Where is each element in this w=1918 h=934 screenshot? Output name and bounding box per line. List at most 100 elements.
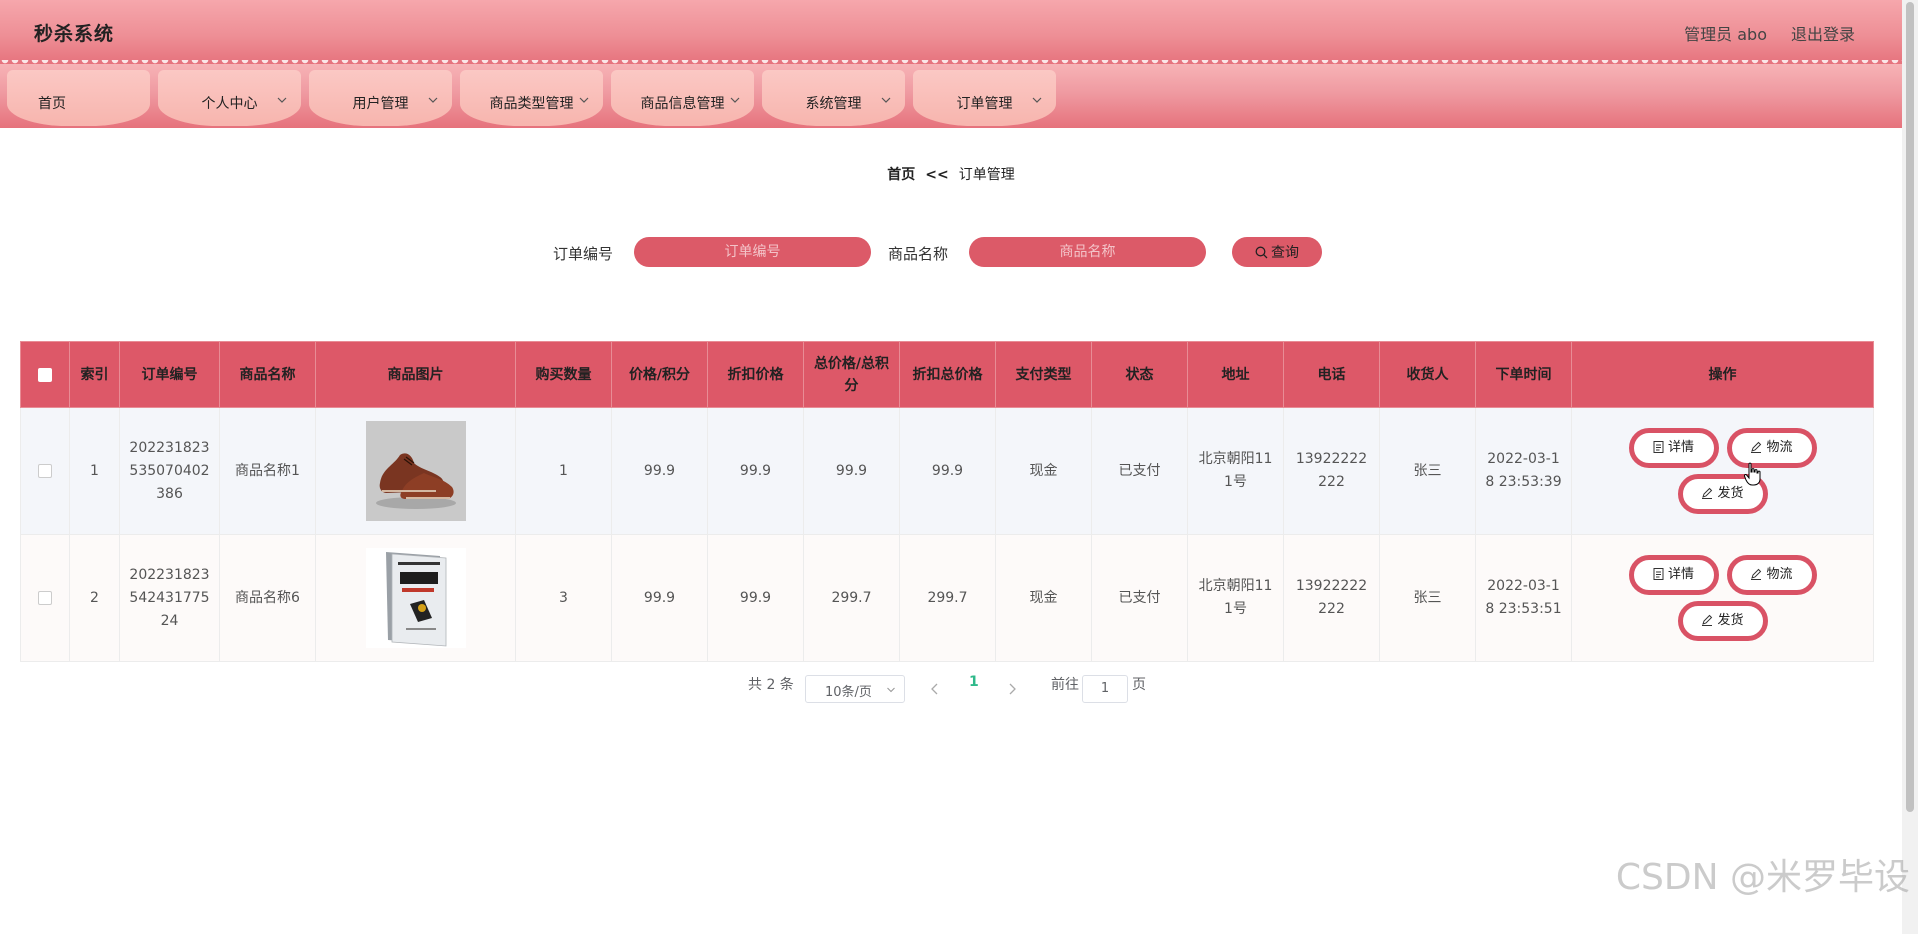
cell-discount-total: 299.7 bbox=[899, 534, 996, 662]
column-header: 电话 bbox=[1283, 341, 1380, 408]
select-all-checkbox[interactable] bbox=[38, 367, 52, 382]
goto-label: 前往 bbox=[1051, 677, 1079, 693]
document-icon bbox=[1653, 568, 1664, 580]
watermark: CSDN @米罗毕设 bbox=[1615, 857, 1910, 898]
cell-total: 299.7 bbox=[803, 534, 900, 662]
column-header: 支付类型 bbox=[995, 341, 1092, 408]
query-button[interactable]: 查询 bbox=[1232, 237, 1322, 267]
product-image-book[interactable] bbox=[365, 548, 466, 648]
vertical-scrollbar[interactable] bbox=[1902, 0, 1918, 934]
nav-item-product-info-management[interactable]: 商品信息管理 bbox=[611, 70, 754, 126]
logistics-button[interactable]: 物流 bbox=[1726, 555, 1817, 595]
breadcrumb: 首页 << 订单管理 bbox=[0, 164, 1902, 184]
logout-link[interactable]: 退出登录 bbox=[1791, 21, 1855, 45]
breadcrumb-separator: << bbox=[925, 167, 949, 183]
top-header: 秒杀系统 管理员 abo 退出登录 bbox=[0, 0, 1902, 70]
scrollbar-thumb[interactable] bbox=[1906, 2, 1914, 812]
nav-item-home[interactable]: 首页 bbox=[7, 70, 150, 126]
column-header: 地址 bbox=[1187, 341, 1284, 408]
column-header: 状态 bbox=[1091, 341, 1188, 408]
breadcrumb-home[interactable]: 首页 bbox=[887, 167, 915, 183]
nav-item-product-type-management[interactable]: 商品类型管理 bbox=[460, 70, 603, 126]
chevron-down-icon bbox=[277, 97, 287, 103]
cell-receiver: 张三 bbox=[1379, 534, 1476, 662]
nav-item-order-management[interactable]: 订单管理 bbox=[913, 70, 1056, 126]
edit-icon bbox=[1702, 614, 1713, 626]
column-header: 商品名称 bbox=[219, 341, 316, 408]
edit-icon bbox=[1751, 441, 1762, 453]
column-header: 订单编号 bbox=[119, 341, 220, 408]
detail-button-label: 详情 bbox=[1667, 567, 1694, 582]
cell-address: 北京朝阳111号 bbox=[1187, 534, 1284, 662]
hand-cursor-icon bbox=[1744, 462, 1761, 486]
product-name-label: 商品名称 bbox=[888, 245, 949, 263]
page-size-select[interactable]: 10条/页 bbox=[805, 675, 905, 703]
column-header: 操作 bbox=[1571, 341, 1874, 408]
pager-total: 共 2 条 bbox=[748, 677, 794, 693]
select-all-cell bbox=[20, 341, 70, 408]
table-row: 2 202231823542431775 24 商品名称6 3 99.9 99.… bbox=[20, 534, 1874, 662]
cell-phone: 13922222222 bbox=[1283, 534, 1380, 662]
logistics-button-label: 物流 bbox=[1766, 440, 1793, 455]
nav-item-system-management[interactable]: 系统管理 bbox=[762, 70, 905, 126]
chevron-down-icon bbox=[579, 97, 589, 103]
chevron-down-icon bbox=[730, 97, 740, 103]
column-header: 价格/积分 bbox=[611, 341, 708, 408]
row-select-cell bbox=[20, 407, 70, 535]
app-title: 秒杀系统 bbox=[34, 23, 115, 45]
detail-button[interactable]: 详情 bbox=[1628, 555, 1719, 595]
cell-status: 已支付 bbox=[1091, 407, 1188, 535]
cell-pay-type: 现金 bbox=[995, 407, 1092, 535]
cell-phone: 13922222222 bbox=[1283, 407, 1380, 535]
chevron-down-icon bbox=[881, 97, 891, 103]
cell-time: 2022-03-18 23:53:39 bbox=[1475, 407, 1572, 535]
row-checkbox[interactable] bbox=[38, 463, 52, 478]
cell-order-no: 202231823535070402386 bbox=[119, 407, 220, 535]
orders-table: 索引 订单编号 商品名称 商品图片 购买数量 价格/积分 折扣价格 总价格/总积… bbox=[20, 341, 1874, 662]
column-header: 折扣价格 bbox=[707, 341, 804, 408]
cell-price: 99.9 bbox=[611, 407, 708, 535]
cell-index: 2 bbox=[69, 534, 120, 662]
detail-button[interactable]: 详情 bbox=[1628, 428, 1719, 468]
goto-page-input[interactable]: 1 bbox=[1082, 675, 1128, 703]
logistics-button-label: 物流 bbox=[1766, 567, 1793, 582]
nav-item-personal-center[interactable]: 个人中心 bbox=[158, 70, 301, 126]
cell-quantity: 3 bbox=[515, 534, 612, 662]
cell-product-image bbox=[315, 407, 516, 535]
detail-button-label: 详情 bbox=[1667, 440, 1694, 455]
product-image-shoe[interactable] bbox=[365, 421, 466, 521]
current-page-number[interactable]: 1 bbox=[969, 674, 979, 690]
edit-icon bbox=[1751, 568, 1762, 580]
prev-page-icon[interactable] bbox=[930, 683, 940, 695]
cell-price: 99.9 bbox=[611, 534, 708, 662]
product-name-input[interactable] bbox=[969, 237, 1206, 267]
cell-index: 1 bbox=[69, 407, 120, 535]
cell-status: 已支付 bbox=[1091, 534, 1188, 662]
column-header: 总价格/总积分 bbox=[803, 341, 900, 408]
next-page-icon[interactable] bbox=[1007, 683, 1017, 695]
page-size-value: 10条/页 bbox=[825, 685, 872, 700]
ship-button[interactable]: 发货 bbox=[1677, 601, 1768, 641]
cell-total: 99.9 bbox=[803, 407, 900, 535]
page-suffix: 页 bbox=[1132, 677, 1146, 693]
row-checkbox[interactable] bbox=[38, 590, 52, 605]
document-icon bbox=[1653, 441, 1664, 453]
cell-actions: 详情 物流 发货 bbox=[1571, 534, 1874, 662]
column-header: 购买数量 bbox=[515, 341, 612, 408]
column-header: 商品图片 bbox=[315, 341, 516, 408]
cell-product-name: 商品名称6 bbox=[219, 534, 316, 662]
logistics-button[interactable]: 物流 bbox=[1726, 428, 1817, 468]
cell-discount-price: 99.9 bbox=[707, 407, 804, 535]
order-no-input[interactable] bbox=[634, 237, 871, 267]
column-header: 下单时间 bbox=[1475, 341, 1572, 408]
column-header: 折扣总价格 bbox=[899, 341, 996, 408]
row-select-cell bbox=[20, 534, 70, 662]
search-icon bbox=[1255, 246, 1268, 259]
cell-discount-price: 99.9 bbox=[707, 534, 804, 662]
edit-icon bbox=[1702, 487, 1713, 499]
cell-product-image bbox=[315, 534, 516, 662]
chevron-down-icon bbox=[1032, 97, 1042, 103]
nav-item-user-management[interactable]: 用户管理 bbox=[309, 70, 452, 126]
table-row: 1 202231823535070402386 商品名称1 1 99.9 99.… bbox=[20, 407, 1874, 535]
cell-time: 2022-03-18 23:53:51 bbox=[1475, 534, 1572, 662]
